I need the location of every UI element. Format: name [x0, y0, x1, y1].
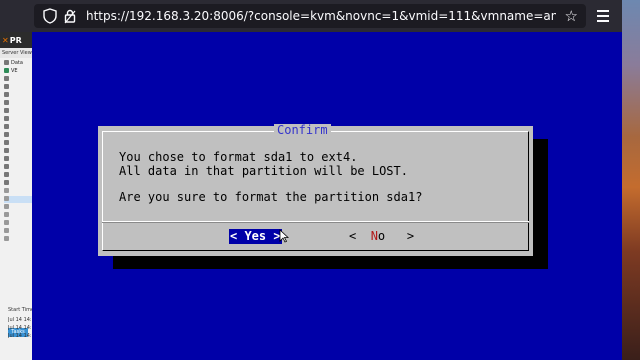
task-row[interactable]: Jul 14 14:3 — [8, 316, 32, 324]
url-host: https://192.168.3.20 — [86, 9, 210, 23]
tree-item-vm[interactable] — [4, 156, 32, 163]
url-path: :8006/?console=kvm&novnc=1&vmid=111&vmna… — [209, 9, 556, 23]
browser-window: https://192.168.3.20:8006/?console=kvm&n… — [0, 0, 622, 360]
tree-item-vm[interactable] — [4, 180, 32, 187]
tree-item-datacenter[interactable]: Data — [4, 60, 32, 67]
tree-item-storage[interactable] — [4, 188, 32, 195]
message-line-1: You chose to format sda1 to ext4. — [119, 150, 358, 164]
url-text[interactable]: https://192.168.3.20:8006/?console=kvm&n… — [86, 9, 556, 23]
tree-item-vm[interactable] — [4, 108, 32, 115]
tree-item-storage-selected[interactable] — [4, 196, 32, 203]
start-time-header: Start Time — [8, 307, 32, 313]
hamburger-menu-icon[interactable] — [592, 6, 614, 26]
pve-logo: ✕ PR — [0, 32, 32, 48]
tree-item-vm[interactable] — [4, 164, 32, 171]
browser-toolbar: https://192.168.3.20:8006/?console=kvm&n… — [0, 0, 622, 32]
tree-item-storage[interactable] — [4, 204, 32, 211]
lock-icon[interactable] — [60, 6, 80, 26]
tree-item-storage[interactable] — [4, 236, 32, 243]
tree-item-vm[interactable] — [4, 140, 32, 147]
task-row[interactable]: Jul 14 14:3 — [8, 324, 32, 332]
server-view-selector[interactable]: Server View — [0, 48, 32, 58]
no-button[interactable]: < No > — [349, 229, 414, 244]
tree-item-vm[interactable] — [4, 92, 32, 99]
tree-item-vm[interactable] — [4, 100, 32, 107]
tree-item-vm[interactable] — [4, 76, 32, 83]
shield-icon[interactable] — [40, 6, 60, 26]
confirm-dialog: Confirm You chose to format sda1 to ext4… — [98, 124, 533, 256]
tree-item-storage[interactable] — [4, 228, 32, 235]
tree-item-vm[interactable] — [4, 124, 32, 131]
star-icon[interactable]: ☆ — [565, 7, 578, 25]
message-line-2: All data in that partition will be LOST. — [119, 164, 408, 178]
tree-item-vm[interactable] — [4, 116, 32, 123]
tree-item-vm[interactable] — [4, 84, 32, 91]
tree-item-vm[interactable] — [4, 132, 32, 139]
dialog-title: Confirm — [274, 124, 331, 138]
tree-item-storage[interactable] — [4, 220, 32, 227]
tree-item-storage[interactable] — [4, 212, 32, 219]
pve-side-panel: ✕ PR Server View Data VE Tasks Start Time… — [0, 32, 32, 360]
dialog-separator — [102, 221, 529, 223]
yes-button[interactable]: < Yes > — [229, 229, 282, 244]
tree-item-vm[interactable] — [4, 172, 32, 179]
tree-item-vm[interactable] — [4, 148, 32, 155]
tree-item-node[interactable]: VE — [4, 68, 32, 75]
question-text: Are you sure to format the partition sda… — [119, 190, 423, 204]
task-row[interactable]: Jul 14 14:3 — [8, 332, 32, 340]
mouse-pointer-icon — [279, 229, 289, 243]
address-bar[interactable]: https://192.168.3.20:8006/?console=kvm&n… — [34, 4, 586, 28]
